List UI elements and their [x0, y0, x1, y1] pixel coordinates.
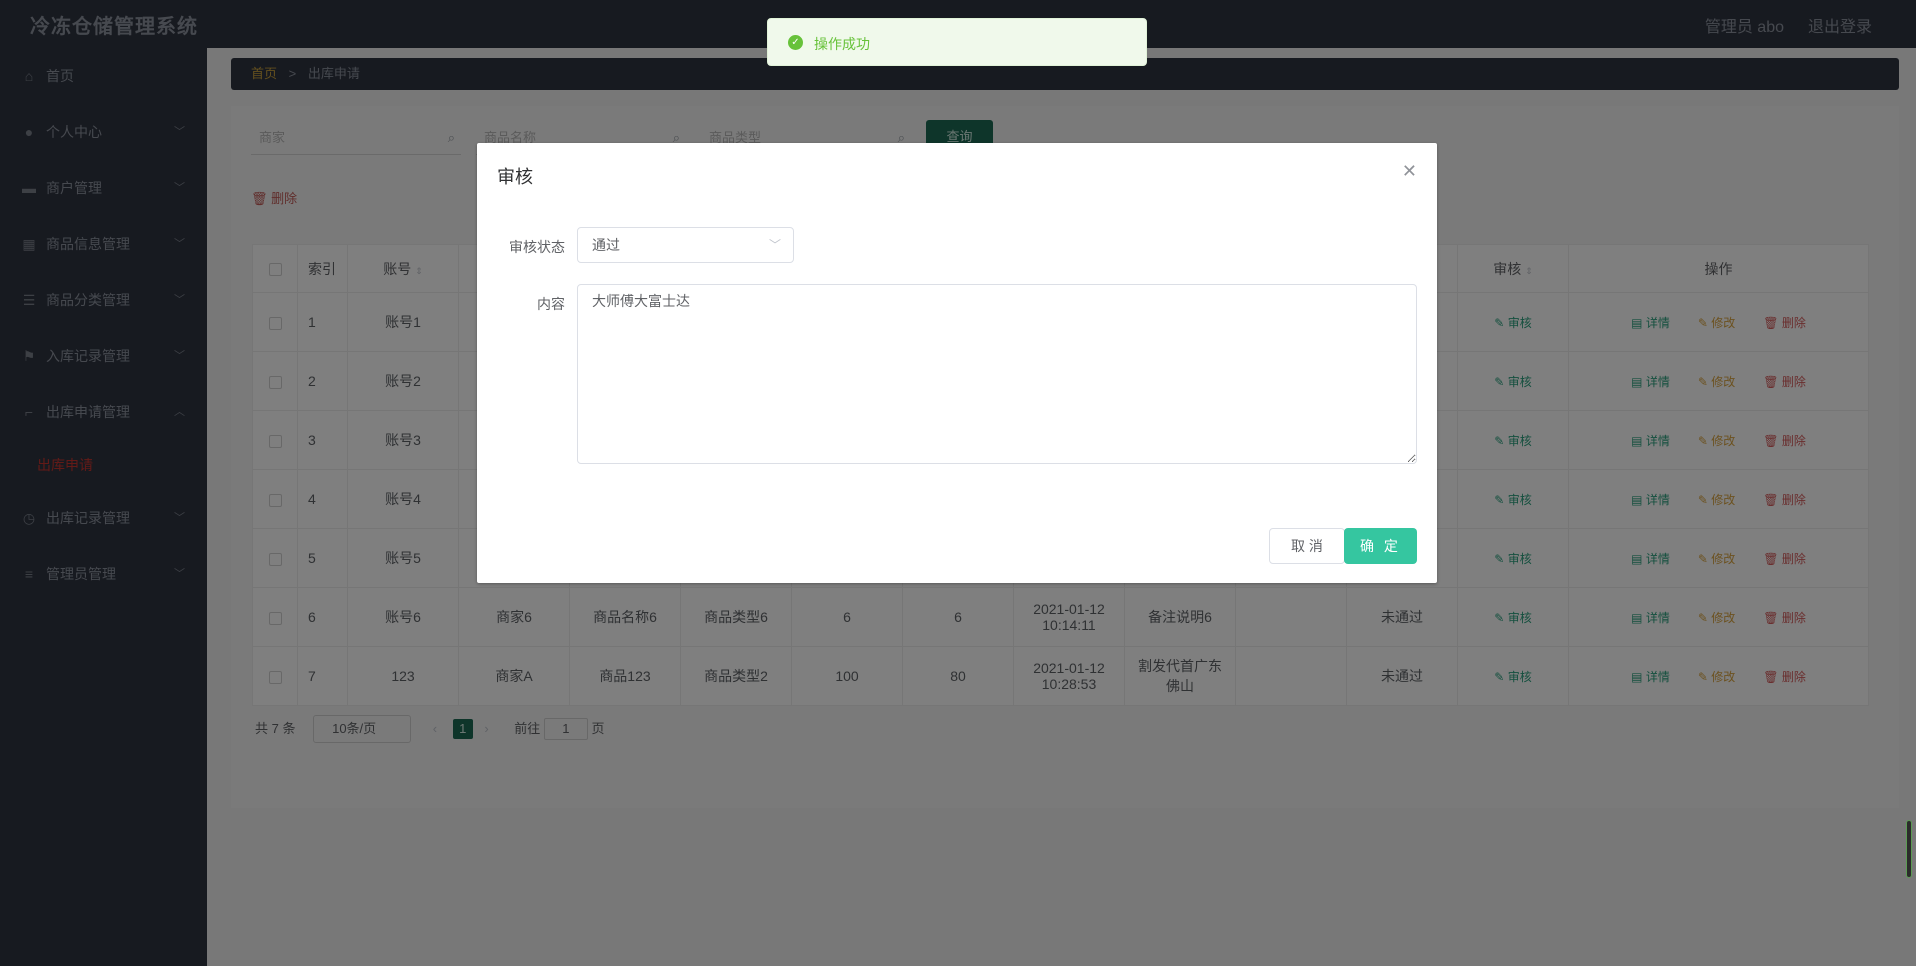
confirm-button[interactable]: 确 定	[1344, 528, 1417, 564]
audit-status-label: 审核状态	[509, 239, 565, 255]
toast-message: 操作成功	[814, 36, 870, 52]
content-label: 内容	[537, 296, 565, 312]
dialog-title: 审核	[497, 167, 533, 187]
audit-dialog: 审核 ✕ 审核状态 通过 ﹀ 内容 大师傅大富士达 取 消 确 定	[477, 143, 1437, 583]
chevron-down-icon: ﹀	[768, 238, 781, 252]
check-circle-icon: ✓	[788, 35, 803, 50]
audit-status-select[interactable]: 通过 ﹀	[577, 227, 794, 263]
scrollbar-thumb[interactable]	[1906, 820, 1912, 878]
success-toast: ✓ 操作成功	[767, 18, 1147, 66]
close-icon[interactable]: ✕	[1402, 161, 1417, 182]
cancel-button[interactable]: 取 消	[1269, 528, 1345, 564]
audit-status-value: 通过	[592, 237, 620, 253]
content-textarea[interactable]: 大师傅大富士达	[577, 284, 1417, 464]
